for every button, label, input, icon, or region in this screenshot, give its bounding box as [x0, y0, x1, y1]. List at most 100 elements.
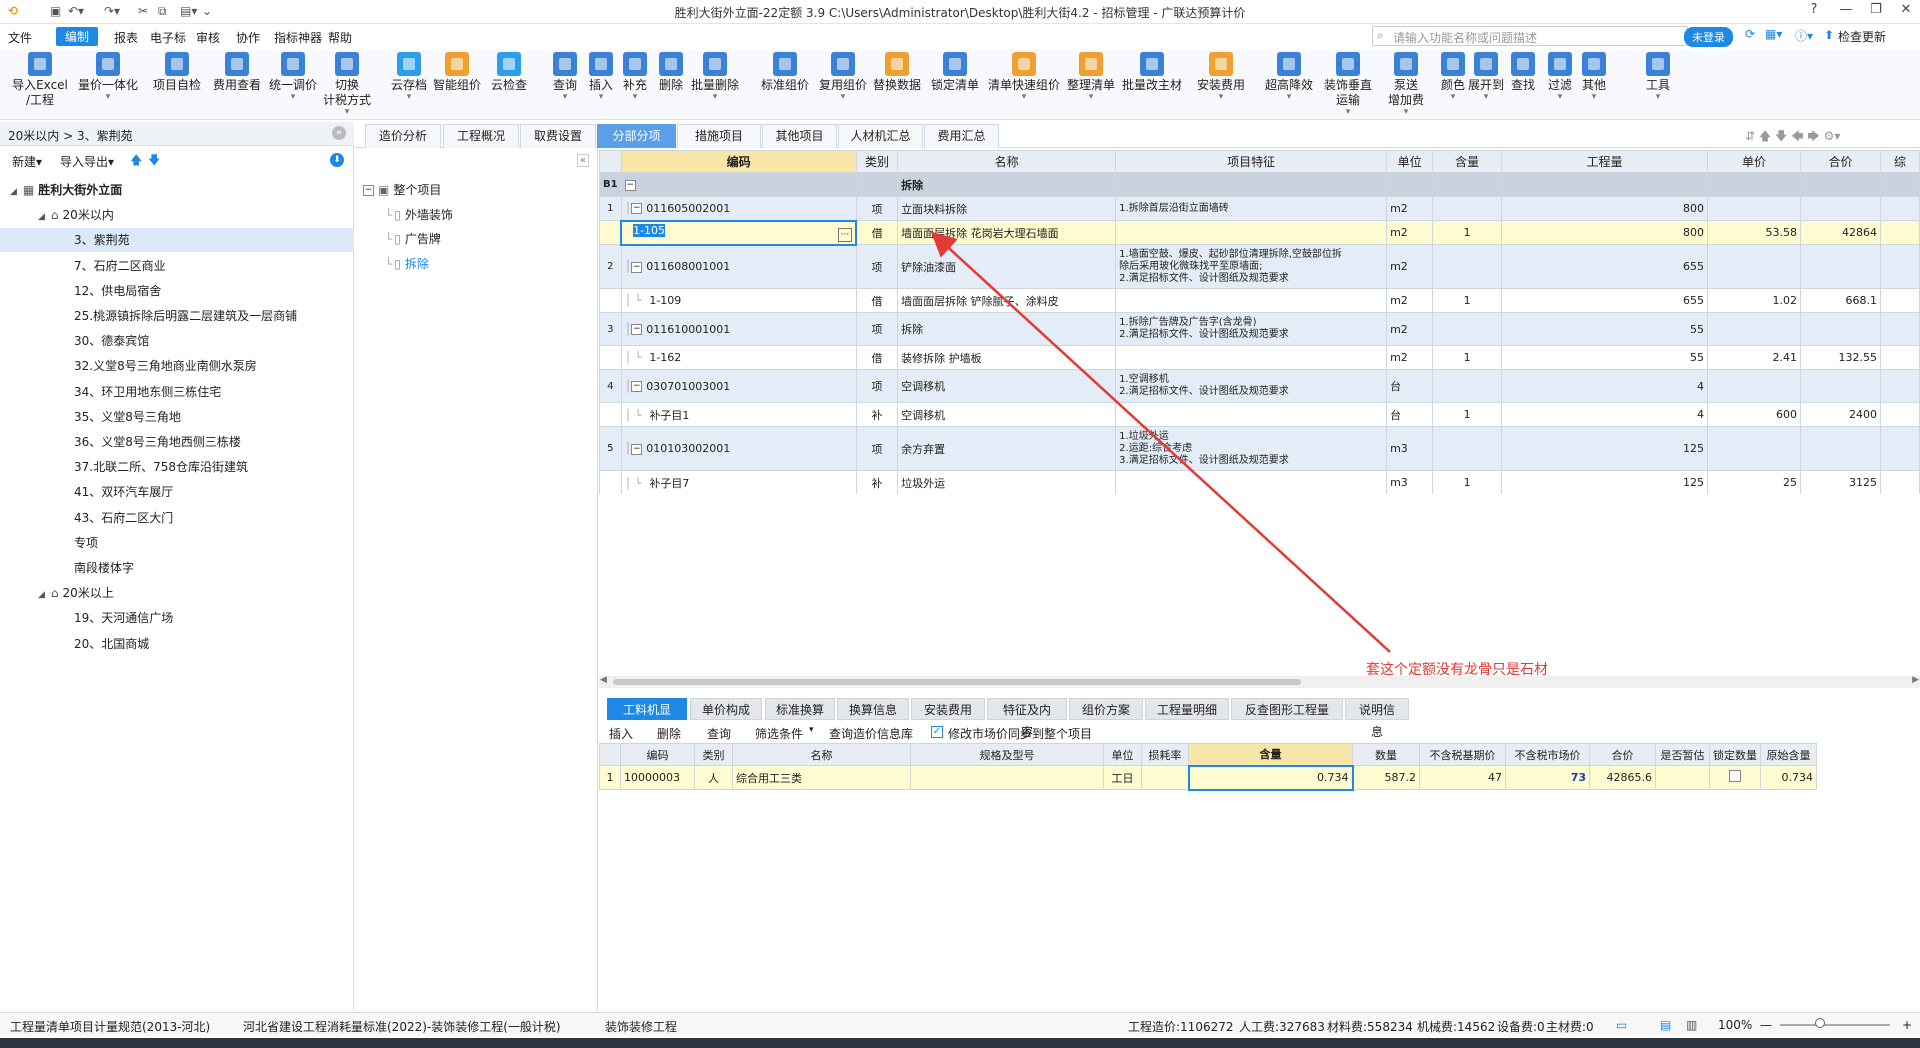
toolbar-button-29[interactable]: 其他 ▾ — [1580, 52, 1608, 102]
resource-header-8[interactable]: 不含税基期价 — [1419, 743, 1506, 766]
grid-header-0[interactable]: 编码 — [620, 150, 857, 173]
collapse-mid-icon[interactable]: « — [576, 154, 589, 167]
horizontal-scrollbar[interactable]: ◀ ▶ — [599, 675, 1920, 688]
detail-action-0[interactable]: 插入 — [609, 725, 633, 742]
grid-header-8[interactable]: 合价 — [1799, 150, 1882, 173]
toolbar-button-10[interactable]: 插入 ▾ — [586, 52, 616, 102]
grid-header-6[interactable]: 工程量 — [1501, 150, 1709, 173]
minimize-icon[interactable]: — — [1832, 2, 1860, 17]
quantity-cell[interactable]: 655 — [1501, 288, 1709, 313]
quantity-cell[interactable]: 4 — [1501, 402, 1709, 427]
resource-header-12[interactable]: 锁定数量 — [1709, 743, 1761, 766]
content-cell[interactable] — [1432, 369, 1503, 403]
grid-header-7[interactable]: 单价 — [1707, 150, 1801, 173]
content-cell[interactable]: 1 — [1432, 220, 1503, 245]
tree-item[interactable]: ◢ ⌂ 20米以内 — [0, 203, 354, 227]
toolbar-button-5[interactable]: 切换 计税方式 ▾ — [322, 52, 372, 117]
grid-header-2[interactable]: 名称 — [897, 150, 1117, 173]
tree-item[interactable]: 36、义堂8号三角地西侧三栋楼 — [0, 430, 354, 454]
expand-caret-icon[interactable]: ◢ — [38, 212, 45, 222]
tree-item[interactable]: ◢ ⌂ 20米以上 — [0, 581, 354, 605]
detail-tab-2[interactable]: 标准换算 — [765, 698, 835, 720]
toolbar-button-1[interactable]: 量价一体化 ▾ — [76, 52, 140, 102]
scroll-thumb[interactable] — [613, 679, 1301, 685]
resource-cell-total[interactable]: 42865.6 — [1589, 765, 1656, 790]
code-cell[interactable]: │ −010103002001 — [620, 426, 857, 471]
toolbar-button-19[interactable]: 整理清单 ▾ — [1066, 52, 1116, 102]
zoom-slider[interactable] — [1780, 1024, 1890, 1026]
tab-5[interactable]: 其他项目 — [762, 124, 837, 148]
menu-7[interactable]: 帮助 — [328, 29, 352, 46]
toolbar-button-26[interactable]: 展开到 ▾ — [1468, 52, 1504, 102]
toolbar-button-9[interactable]: 查询 ▾ — [550, 52, 580, 102]
tree-item[interactable]: 37.北联二所、758仓库沿街建筑 — [0, 455, 354, 479]
collapse-box-icon[interactable]: − — [631, 203, 643, 215]
section-tree-item[interactable]: − ▣ 整个项目 — [363, 178, 441, 202]
resource-cell-market[interactable]: 73 — [1505, 765, 1590, 790]
toolbar-button-4[interactable]: 统一调价 ▾ — [268, 52, 318, 102]
detail-tab-0[interactable]: 工料机显示 — [607, 698, 687, 739]
new-button[interactable]: 新建▾ — [12, 153, 42, 170]
toolbar-button-22[interactable]: 超高降效 ▾ — [1264, 52, 1314, 102]
collapse-box-icon[interactable]: − — [631, 381, 643, 392]
feature-cell[interactable]: 1.拆除首层沿街立面墙砖 — [1115, 196, 1388, 221]
toolbar-button-17[interactable]: 锁定清单 — [930, 52, 980, 93]
content-cell[interactable]: 1 — [1432, 345, 1503, 370]
quantity-cell[interactable]: 125 — [1501, 426, 1709, 471]
info-icon[interactable]: ⓘ▾ — [1795, 27, 1813, 44]
resource-header-3[interactable]: 规格及型号 — [910, 743, 1104, 766]
login-button[interactable]: 未登录 — [1684, 27, 1733, 47]
help-icon[interactable]: ? — [1800, 2, 1828, 17]
layout-icon-2[interactable]: ▤ — [1660, 1018, 1671, 1032]
toolbar-button-0[interactable]: 导入Excel /工程 — [12, 52, 68, 108]
toolbar-button-15[interactable]: 复用组价 ▾ — [818, 52, 868, 102]
quantity-cell[interactable]: 55 — [1501, 312, 1709, 346]
zoom-in-icon[interactable]: + — [1902, 1018, 1912, 1032]
close-icon[interactable]: ✕ — [1892, 2, 1920, 17]
tree-item[interactable]: 25.桃源镇拆除后明露二层建筑及一层商铺 — [0, 304, 354, 328]
toolbar-button-30[interactable]: 工具 ▾ — [1643, 52, 1673, 102]
toolbar-button-11[interactable]: 补充 ▾ — [620, 52, 650, 102]
resource-header-5[interactable]: 损耗率 — [1141, 743, 1189, 766]
download-icon[interactable]: ⬇ — [330, 153, 344, 167]
resource-header-11[interactable]: 是否暂估 — [1655, 743, 1710, 766]
resource-cell-name[interactable]: 综合用工三类 — [732, 765, 911, 790]
detail-tab-4[interactable]: 安装费用 — [911, 698, 985, 720]
quantity-cell[interactable]: 55 — [1501, 345, 1709, 370]
menu-4[interactable]: 审核 — [196, 29, 220, 46]
quantity-cell[interactable]: 4 — [1501, 369, 1709, 403]
tree-item[interactable]: 南段楼体字 — [0, 556, 354, 580]
section-tree-item[interactable]: └ ▯ 外墙装饰 — [385, 203, 453, 227]
grid-header-1[interactable]: 类别 — [855, 150, 899, 173]
toolbar-button-6[interactable]: 云存档 ▾ — [390, 52, 428, 102]
code-cell[interactable]: 1-105 ··· — [620, 219, 858, 246]
menu-3[interactable]: 电子标 — [150, 29, 186, 46]
sync-icon[interactable]: ⟳ — [1745, 27, 1755, 41]
toolbar-button-12[interactable]: 删除 — [656, 52, 686, 93]
zoom-out-icon[interactable]: — — [1760, 1018, 1772, 1032]
toolbar-button-14[interactable]: 标准组价 — [760, 52, 810, 93]
collapse-box-icon[interactable]: − — [624, 179, 636, 191]
tab-1[interactable]: 工程概况 — [443, 124, 519, 148]
tree-item[interactable]: 35、义堂8号三角地 — [0, 405, 354, 429]
resource-header-6[interactable]: 含量 — [1188, 743, 1353, 766]
toolbar-button-16[interactable]: 替换数据 — [872, 52, 922, 93]
resource-cell-content[interactable]: 0.734 — [1187, 764, 1354, 791]
detail-action-3[interactable]: 筛选条件 — [755, 725, 803, 742]
menu-1[interactable]: 编制 — [56, 27, 99, 46]
tree-item[interactable]: 3、紫荆苑 — [0, 228, 354, 253]
tree-item[interactable]: 20、北国商城 — [0, 632, 354, 656]
toolbar-button-7[interactable]: 智能组价 — [432, 52, 482, 93]
content-cell[interactable] — [1432, 426, 1503, 471]
resource-header-2[interactable]: 名称 — [732, 743, 911, 766]
content-cell[interactable] — [1432, 244, 1503, 289]
resource-header-1[interactable]: 类别 — [694, 743, 733, 766]
more-button[interactable]: ··· — [837, 227, 853, 242]
detail-action-4[interactable]: 查询造价信息库 — [829, 725, 913, 742]
quantity-cell[interactable]: 800 — [1501, 196, 1709, 221]
grid-header-9[interactable]: 综 — [1880, 150, 1920, 173]
code-cell[interactable]: │ └ 补子目7 — [620, 470, 857, 494]
tab-0[interactable]: 造价分析 — [365, 124, 441, 148]
tree-item[interactable]: 34、环卫用地东侧三栋住宅 — [0, 380, 354, 404]
quantity-cell[interactable]: 800 — [1501, 220, 1709, 245]
